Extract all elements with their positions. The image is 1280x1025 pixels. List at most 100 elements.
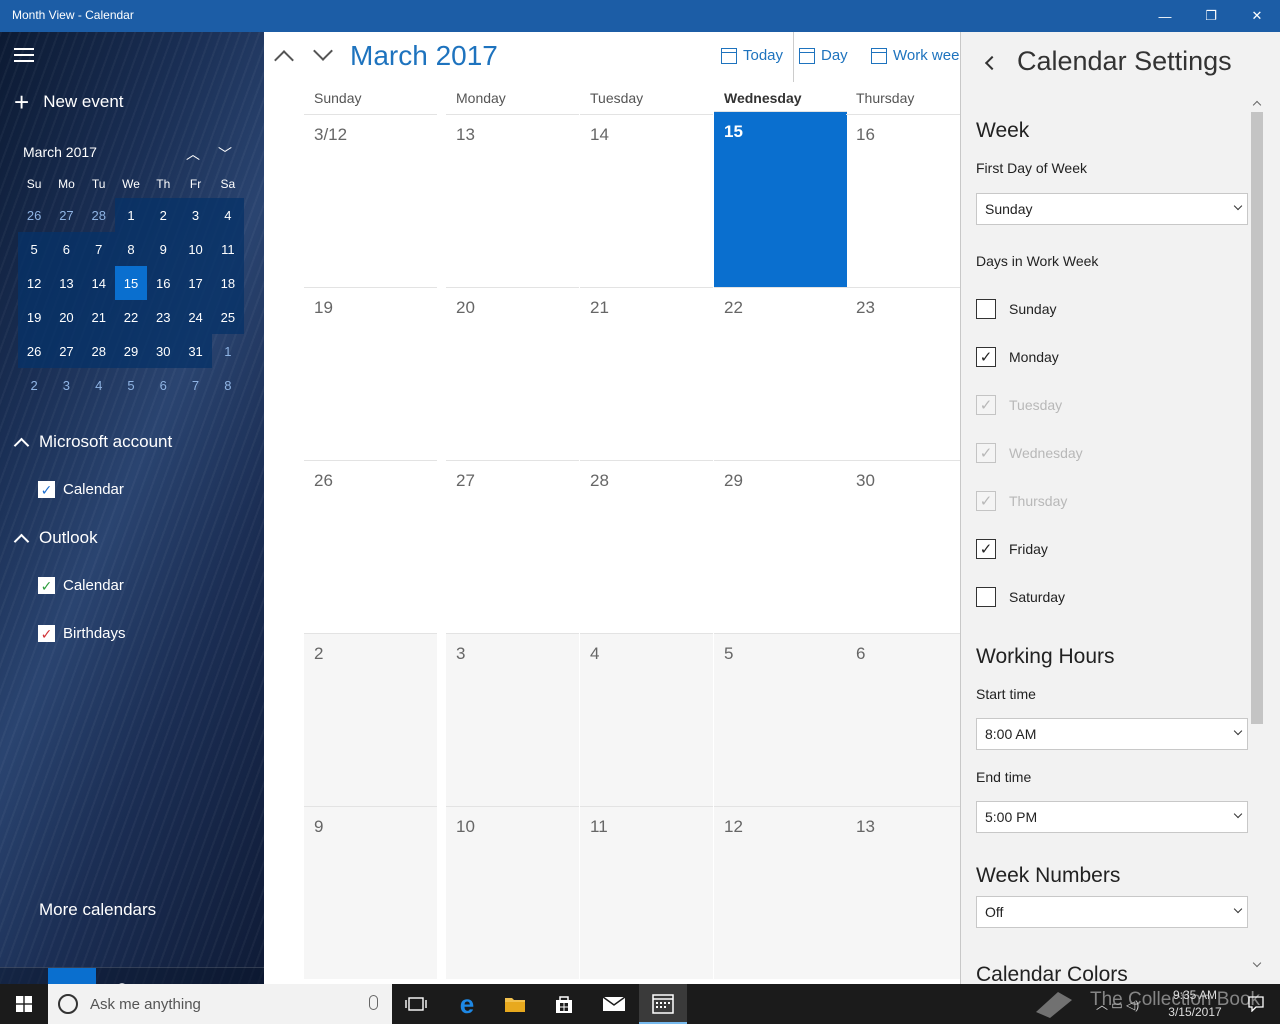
new-event-button[interactable]: + New event: [14, 89, 124, 115]
month-day-cell[interactable]: 5: [714, 633, 847, 806]
month-day-cell[interactable]: 3: [446, 633, 579, 806]
mini-day[interactable]: 2: [147, 198, 180, 232]
minimize-button[interactable]: —: [1142, 0, 1188, 32]
month-day-cell[interactable]: 2: [304, 633, 437, 806]
restore-button[interactable]: ❐: [1188, 0, 1234, 32]
month-day-cell[interactable]: 13: [446, 114, 579, 287]
month-day-cell[interactable]: 21: [580, 287, 713, 460]
mini-day[interactable]: 8: [212, 368, 244, 402]
mini-day[interactable]: 3: [179, 198, 212, 232]
mini-day[interactable]: 14: [82, 266, 115, 300]
action-center-icon[interactable]: [1232, 984, 1280, 1024]
month-day-cell[interactable]: 22: [714, 287, 847, 460]
month-day-cell[interactable]: 3/12: [304, 114, 437, 287]
mini-day-today[interactable]: 15: [114, 266, 148, 300]
mini-day[interactable]: 10: [179, 232, 212, 266]
chevron-down-icon[interactable]: [313, 41, 333, 61]
end-time-select[interactable]: 5:00 PM: [976, 801, 1248, 833]
checkbox-checked-icon[interactable]: ✓: [976, 347, 996, 367]
calendar-taskbar-icon[interactable]: [639, 984, 687, 1024]
gear-icon[interactable]: [216, 968, 264, 984]
close-button[interactable]: ✕: [1234, 0, 1280, 32]
first-day-select[interactable]: Sunday: [976, 193, 1248, 225]
more-calendars-link[interactable]: More calendars: [39, 900, 156, 920]
mini-day[interactable]: 28: [82, 334, 115, 368]
mini-day[interactable]: 1: [114, 198, 148, 232]
mini-calendar-next-button[interactable]: ﹀: [218, 144, 232, 164]
checkbox-checked-icon[interactable]: ✓: [38, 481, 55, 498]
month-day-cell[interactable]: 9: [304, 806, 437, 979]
mini-day[interactable]: 23: [147, 300, 180, 334]
month-day-cell[interactable]: 14: [580, 114, 713, 287]
mini-day[interactable]: 4: [211, 198, 244, 232]
checkbox-checked-icon[interactable]: ✓: [38, 625, 55, 642]
mini-day[interactable]: 6: [147, 368, 179, 402]
month-day-cell[interactable]: 27: [446, 460, 579, 633]
today-button[interactable]: Today: [721, 47, 783, 64]
cortana-search-box[interactable]: Ask me anything: [48, 984, 392, 1024]
calendar-toggle-outlook-birthdays[interactable]: ✓ Birthdays: [38, 625, 126, 642]
chevron-up-icon[interactable]: [274, 50, 294, 70]
people-icon[interactable]: [96, 968, 144, 984]
week-numbers-select[interactable]: Off: [976, 896, 1248, 928]
mini-day[interactable]: 26: [18, 334, 51, 368]
mini-day[interactable]: 16: [147, 266, 180, 300]
checkbox-checked-icon[interactable]: ✓: [38, 577, 55, 594]
day-view-button[interactable]: Day: [799, 47, 848, 64]
mini-day[interactable]: 6: [50, 232, 83, 266]
mini-day[interactable]: 7: [179, 368, 211, 402]
month-day-cell[interactable]: 6: [846, 633, 960, 806]
mini-day[interactable]: 5: [115, 368, 147, 402]
account-microsoft[interactable]: Microsoft account: [13, 432, 172, 453]
start-time-select[interactable]: 8:00 AM: [976, 718, 1248, 750]
microphone-icon[interactable]: [369, 995, 378, 1010]
mini-day[interactable]: 31: [179, 334, 212, 368]
checkbox-empty-icon[interactable]: [976, 587, 996, 607]
mini-calendar-prev-button[interactable]: ︿: [186, 144, 200, 164]
month-day-cell[interactable]: 16: [846, 114, 960, 287]
mini-day[interactable]: 27: [50, 198, 82, 232]
mini-day[interactable]: 13: [50, 266, 83, 300]
work-week-button[interactable]: Work week: [871, 47, 960, 64]
month-day-cell[interactable]: 11: [580, 806, 713, 979]
calendar-toggle-outlook-calendar[interactable]: ✓ Calendar: [38, 577, 124, 594]
work-day-friday[interactable]: ✓ Friday: [976, 539, 1048, 559]
mini-day[interactable]: 22: [114, 300, 148, 334]
mini-day[interactable]: 24: [179, 300, 212, 334]
month-day-cell[interactable]: 23: [846, 287, 960, 460]
store-icon[interactable]: [540, 984, 588, 1024]
account-outlook[interactable]: Outlook: [13, 528, 98, 549]
month-day-cell[interactable]: 4: [580, 633, 713, 806]
month-day-cell[interactable]: 29: [714, 460, 847, 633]
mini-day[interactable]: 9: [147, 232, 180, 266]
work-day-saturday[interactable]: Saturday: [976, 587, 1065, 607]
month-day-cell-today[interactable]: 15: [714, 111, 847, 287]
month-day-cell[interactable]: 26: [304, 460, 437, 633]
mini-day[interactable]: 30: [147, 334, 180, 368]
system-tray-icons[interactable]: ︿ ▭ ◁): [1096, 996, 1139, 1013]
checkbox-checked-icon[interactable]: ✓: [976, 539, 996, 559]
mini-day[interactable]: 27: [50, 334, 83, 368]
edge-browser-icon[interactable]: e: [443, 984, 491, 1024]
mini-day[interactable]: 25: [211, 300, 244, 334]
mini-day[interactable]: 20: [50, 300, 83, 334]
month-day-cell[interactable]: 20: [446, 287, 579, 460]
mini-day[interactable]: 1: [212, 334, 244, 368]
mini-day[interactable]: 17: [179, 266, 212, 300]
mini-day[interactable]: 12: [18, 266, 51, 300]
month-day-cell[interactable]: 10: [446, 806, 579, 979]
mini-day[interactable]: 28: [83, 198, 115, 232]
mini-day[interactable]: 26: [18, 198, 50, 232]
back-arrow-icon[interactable]: [984, 55, 1000, 71]
scroll-up-icon[interactable]: [1252, 100, 1262, 110]
task-view-icon[interactable]: [392, 984, 440, 1024]
calendar-app-icon[interactable]: [48, 968, 96, 984]
work-day-sunday[interactable]: Sunday: [976, 299, 1056, 319]
checkbox-empty-icon[interactable]: [976, 299, 996, 319]
mini-day[interactable]: 18: [211, 266, 244, 300]
mail-taskbar-icon[interactable]: [590, 984, 638, 1024]
scroll-down-icon[interactable]: [1252, 958, 1262, 968]
mail-icon[interactable]: [0, 968, 48, 984]
month-day-cell[interactable]: 30: [846, 460, 960, 633]
taskbar-clock[interactable]: 9:35 AM 3/15/2017: [1164, 987, 1226, 1021]
